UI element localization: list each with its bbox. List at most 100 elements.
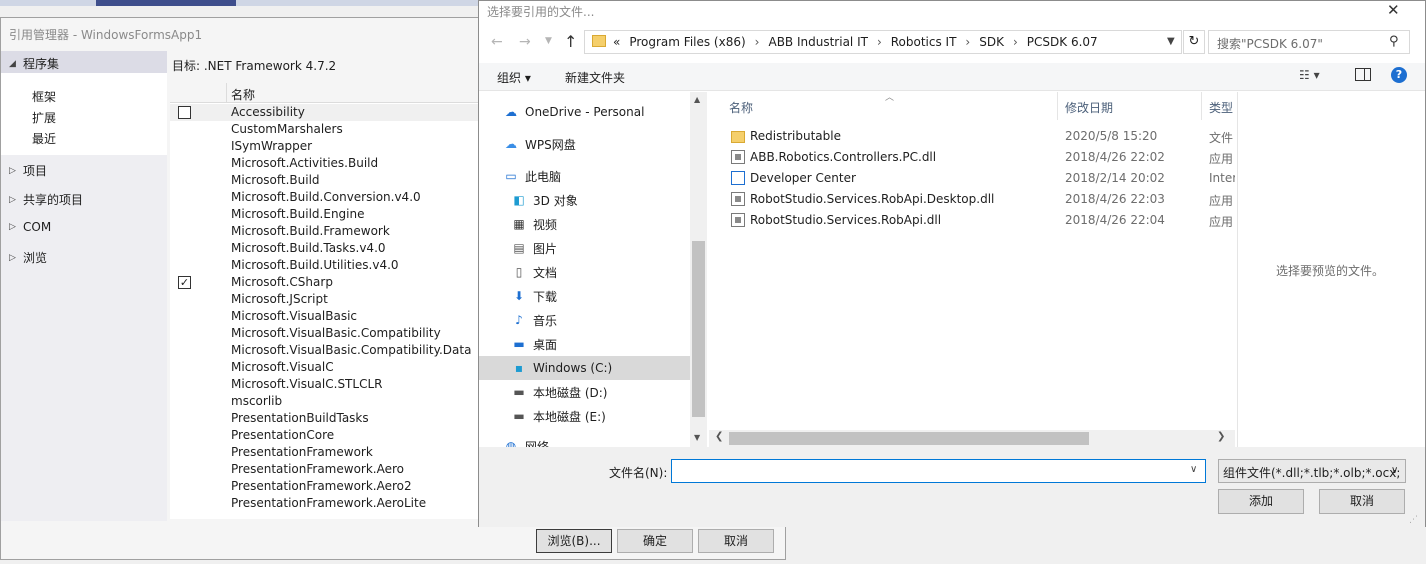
tree-item[interactable]: ▤ 图片 <box>511 237 557 259</box>
table-row[interactable]: Microsoft.JScript <box>170 291 480 308</box>
nav-com[interactable]: ▷ COM <box>9 220 51 234</box>
tree-item[interactable]: ◧ 3D 对象 <box>511 189 577 211</box>
table-row[interactable]: Microsoft.VisualBasic <box>170 308 480 325</box>
horizontal-scrollbar[interactable]: ❮ ❯ <box>709 430 1235 447</box>
filename-input[interactable] <box>671 459 1206 483</box>
tree-item[interactable]: ▬ 桌面 <box>511 333 557 355</box>
help-icon[interactable]: ? <box>1391 67 1407 83</box>
table-row[interactable]: mscorlib <box>170 393 480 410</box>
toolbar: 组织 ▾ 新建文件夹 ☷ ▾ ? <box>479 63 1425 91</box>
refmgr-cancel-button[interactable]: 取消 <box>698 529 774 553</box>
tree-item[interactable]: ☁ OneDrive - Personal <box>503 101 644 123</box>
table-row[interactable]: Accessibility <box>170 104 480 121</box>
tree-item[interactable]: ☁ WPS网盘 <box>503 133 576 155</box>
back-arrow-icon[interactable]: ← <box>491 34 503 50</box>
scroll-left-icon[interactable]: ❮ <box>715 431 723 442</box>
table-row[interactable]: Microsoft.Build <box>170 172 480 189</box>
table-row[interactable]: ✓ Microsoft.CSharp <box>170 274 480 291</box>
refresh-icon[interactable]: ↻ <box>1183 30 1205 54</box>
tree-item[interactable]: ▪ Windows (C:) <box>511 357 612 379</box>
organize-menu[interactable]: 组织 ▾ <box>497 69 531 86</box>
nav-extensions[interactable]: 扩展 <box>32 109 56 126</box>
tree-item[interactable]: ▯ 文档 <box>511 261 557 283</box>
preview-pane-icon[interactable] <box>1355 68 1371 81</box>
chevron-right-icon[interactable]: › <box>965 35 970 49</box>
breadcrumb-item[interactable]: SDK <box>979 35 1004 49</box>
column-header-date[interactable]: 修改日期 <box>1065 99 1113 116</box>
nav-shared-projects[interactable]: ▷ 共享的项目 <box>9 191 83 208</box>
table-row[interactable]: Microsoft.VisualC <box>170 359 480 376</box>
scroll-right-icon[interactable]: ❯ <box>1217 431 1225 442</box>
tree-item[interactable]: ▬ 本地磁盘 (D:) <box>511 381 607 403</box>
tree-item[interactable]: ⬇ 下载 <box>511 285 557 307</box>
breadcrumb-item[interactable]: PCSDK 6.07 <box>1027 35 1098 49</box>
table-row[interactable]: ISymWrapper <box>170 138 480 155</box>
ok-button[interactable]: 确定 <box>617 529 693 553</box>
column-header-name[interactable]: 名称 <box>729 99 753 116</box>
close-icon[interactable]: ✕ <box>1387 1 1400 19</box>
table-row[interactable]: Microsoft.Build.Engine <box>170 206 480 223</box>
table-row[interactable]: Microsoft.VisualBasic.Compatibility <box>170 325 480 342</box>
breadcrumb-overflow[interactable]: « <box>613 35 620 49</box>
search-input[interactable]: 搜索"PCSDK 6.07" ⚲ <box>1208 30 1410 54</box>
check-icon[interactable]: ✓ <box>178 276 191 289</box>
resize-grip-icon[interactable]: ⋰ <box>1409 515 1418 525</box>
up-arrow-icon[interactable]: ↑ <box>564 32 577 51</box>
file-row[interactable]: Redistributable 2020/5/8 15:20 文件 <box>709 126 1235 147</box>
view-options-icon[interactable]: ☷ ▾ <box>1299 68 1320 82</box>
table-row[interactable]: Microsoft.Build.Utilities.v4.0 <box>170 257 480 274</box>
table-row[interactable]: Microsoft.Activities.Build <box>170 155 480 172</box>
breadcrumb-item[interactable]: Robotics IT <box>891 35 957 49</box>
column-name-header[interactable]: 名称 <box>231 86 255 103</box>
nav-framework[interactable]: 框架 <box>32 88 56 105</box>
new-folder-button[interactable]: 新建文件夹 <box>565 69 625 86</box>
assembly-checkbox[interactable] <box>178 106 191 119</box>
chevron-down-icon[interactable]: ▼ <box>1167 36 1175 47</box>
table-row[interactable]: PresentationFramework.Aero2 <box>170 478 480 495</box>
nav-projects-label: 项目 <box>23 164 48 178</box>
file-row[interactable]: ABB.Robotics.Controllers.PC.dll 2018/4/26… <box>709 147 1235 168</box>
table-row[interactable]: Microsoft.Build.Tasks.v4.0 <box>170 240 480 257</box>
tree-scroll-thumb[interactable] <box>692 241 705 417</box>
table-row[interactable]: Microsoft.VisualBasic.Compatibility.Data <box>170 342 480 359</box>
add-button[interactable]: 添加 <box>1218 489 1304 514</box>
scroll-up-icon[interactable]: ▲ <box>694 95 700 104</box>
nav-recent[interactable]: 最近 <box>32 130 56 147</box>
table-row[interactable]: PresentationCore <box>170 427 480 444</box>
address-bar[interactable]: « Program Files (x86) › ABB Industrial IT › R… <box>584 30 1182 54</box>
chevron-right-icon[interactable]: › <box>1013 35 1018 49</box>
recent-locations-chevron-icon[interactable]: ▼ <box>545 36 552 46</box>
table-row[interactable]: PresentationFramework.AeroLite <box>170 495 480 512</box>
tree-item[interactable]: ▭ 此电脑 <box>503 165 561 187</box>
table-row[interactable]: Microsoft.VisualC.STLCLR <box>170 376 480 393</box>
tree-item[interactable]: ◍ 网络 <box>503 435 549 447</box>
table-row[interactable]: PresentationFramework.Aero <box>170 461 480 478</box>
table-row[interactable]: CustomMarshalers <box>170 121 480 138</box>
breadcrumb-item[interactable]: ABB Industrial IT <box>768 35 867 49</box>
breadcrumb-item[interactable]: Program Files (x86) <box>629 35 745 49</box>
chevron-right-icon[interactable]: › <box>755 35 760 49</box>
horizontal-scroll-thumb[interactable] <box>729 432 1089 445</box>
scroll-down-icon[interactable]: ▼ <box>694 433 700 442</box>
nav-assemblies[interactable]: ◢ 程序集 <box>9 55 59 72</box>
file-row[interactable]: RobotStudio.Services.RobApi.dll 2018/4/26… <box>709 210 1235 231</box>
chevron-down-icon[interactable]: ∨ <box>1190 464 1197 475</box>
nav-browse[interactable]: ▷ 浏览 <box>9 249 47 266</box>
table-row[interactable]: Microsoft.Build.Conversion.v4.0 <box>170 189 480 206</box>
chevron-right-icon[interactable]: › <box>877 35 882 49</box>
nav-projects[interactable]: ▷ 项目 <box>9 162 47 179</box>
file-row[interactable]: RobotStudio.Services.RobApi.Desktop.dll 2… <box>709 189 1235 210</box>
tree-item[interactable]: ▬ 本地磁盘 (E:) <box>511 405 605 427</box>
browse-button[interactable]: 浏览(B)... <box>536 529 612 553</box>
table-row[interactable]: PresentationBuildTasks <box>170 410 480 427</box>
file-type-filter[interactable]: 组件文件(*.dll;*.tlb;*.olb;*.ocx; ∨ <box>1218 459 1406 483</box>
forward-arrow-icon[interactable]: → <box>519 34 531 50</box>
file-row[interactable]: Developer Center 2018/2/14 20:02 Inter <box>709 168 1235 189</box>
tree-item[interactable]: ▦ 视频 <box>511 213 557 235</box>
folder-icon <box>592 35 606 47</box>
tree-item[interactable]: ♪ 音乐 <box>511 309 557 331</box>
cancel-button[interactable]: 取消 <box>1319 489 1405 514</box>
column-header-type[interactable]: 类型 <box>1209 99 1233 116</box>
table-row[interactable]: PresentationFramework <box>170 444 480 461</box>
table-row[interactable]: Microsoft.Build.Framework <box>170 223 480 240</box>
